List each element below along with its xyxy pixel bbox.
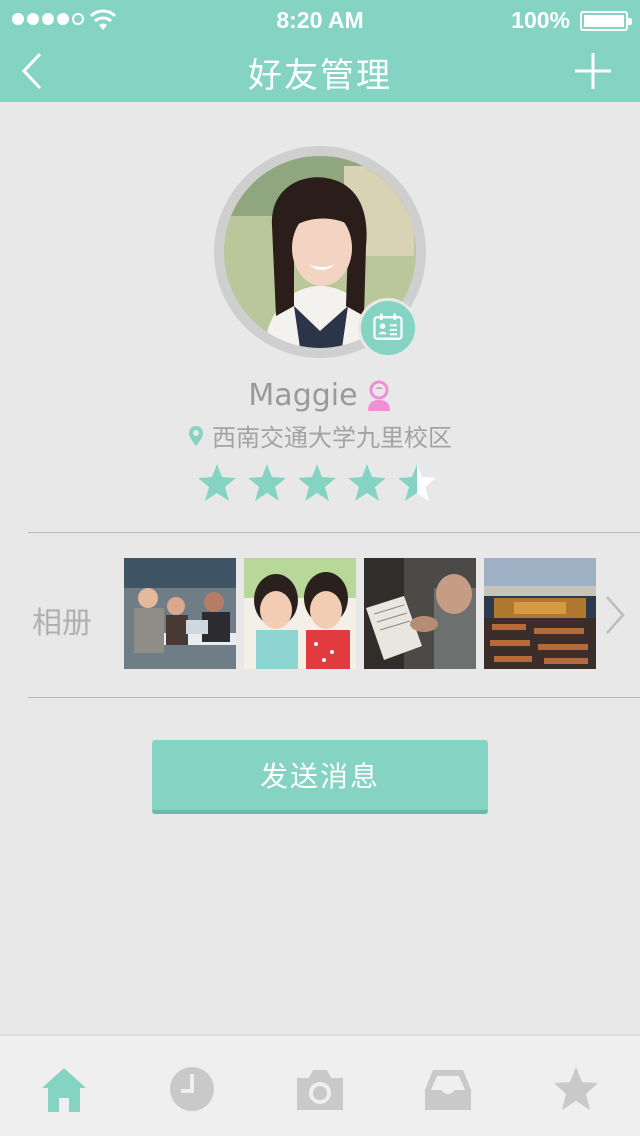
- star-icon: [248, 464, 286, 501]
- page-title: 好友管理: [248, 56, 392, 96]
- album-label: 相册: [32, 606, 92, 641]
- star-icon[interactable]: [551, 1064, 601, 1114]
- user-location: 西南交通大学九里校区: [212, 424, 452, 452]
- album-photo[interactable]: [484, 558, 596, 669]
- id-card-icon[interactable]: [358, 298, 418, 358]
- chevron-right-icon[interactable]: [604, 594, 626, 636]
- status-bar: 8:20 AM 100%: [0, 0, 640, 40]
- camera-icon[interactable]: [295, 1064, 345, 1114]
- star-icon: [348, 464, 386, 501]
- rating-stars: [196, 462, 438, 504]
- star-icon: [198, 464, 236, 501]
- star-icon: [398, 464, 436, 501]
- battery-percentage: 100%: [511, 7, 570, 33]
- user-name: Maggie: [248, 378, 358, 413]
- divider: [28, 532, 640, 533]
- album-photo[interactable]: [364, 558, 476, 669]
- battery-icon: [580, 11, 632, 31]
- header: 8:20 AM 100% 好友管理: [0, 0, 640, 102]
- star-icon: [298, 464, 336, 501]
- name-row: Maggie: [0, 378, 640, 413]
- clock-icon[interactable]: [167, 1064, 217, 1114]
- inbox-icon[interactable]: [423, 1064, 473, 1114]
- location-pin-icon: [189, 425, 203, 446]
- album-photo[interactable]: [124, 558, 236, 669]
- add-icon[interactable]: [574, 52, 612, 90]
- album-photos: [124, 558, 596, 669]
- send-message-button[interactable]: 发送消息: [152, 740, 488, 814]
- female-icon: [367, 380, 390, 411]
- album-photo[interactable]: [244, 558, 356, 669]
- home-icon[interactable]: [39, 1064, 89, 1114]
- divider: [28, 697, 640, 698]
- location-row: 西南交通大学九里校区: [0, 418, 640, 453]
- tab-bar: [0, 1034, 640, 1136]
